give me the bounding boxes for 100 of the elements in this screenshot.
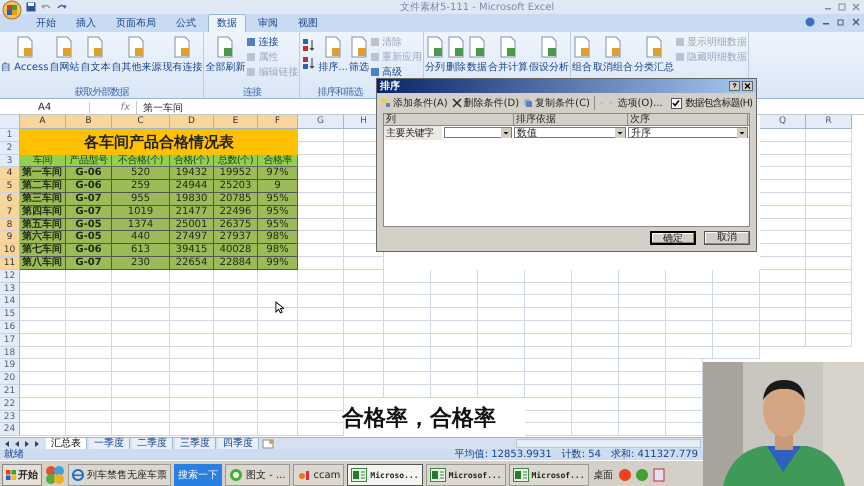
empty-cell[interactable] (666, 282, 713, 296)
row-header[interactable]: 9 (0, 231, 20, 244)
start-button[interactable]: 开始 (2, 464, 42, 486)
order-dropdown[interactable]: 升序 (628, 127, 748, 138)
ribbon-button[interactable]: 现有连接 (162, 34, 202, 76)
empty-cell[interactable] (214, 270, 258, 283)
empty-cell[interactable] (572, 398, 619, 411)
empty-cell[interactable] (258, 270, 298, 283)
app-launcher-icon[interactable] (45, 465, 65, 485)
insert-sheet-icon[interactable] (261, 438, 275, 448)
horizontal-scrollbar[interactable] (516, 439, 701, 448)
name-box[interactable]: A4 (0, 102, 90, 113)
empty-cell[interactable] (298, 129, 344, 142)
empty-cell[interactable] (760, 256, 806, 270)
empty-cell[interactable] (112, 320, 170, 334)
empty-cell[interactable] (806, 180, 852, 193)
empty-cell[interactable] (258, 372, 298, 385)
column-header[interactable]: F (258, 115, 298, 129)
ribbon-tab[interactable]: 开始 (28, 15, 64, 32)
empty-cell[interactable] (384, 346, 431, 360)
empty-cell[interactable] (713, 270, 760, 283)
row-header[interactable]: 13 (0, 282, 20, 296)
checkbox[interactable] (670, 98, 682, 108)
empty-cell[interactable] (760, 206, 806, 219)
taskbar-button[interactable]: 图文 - ... (225, 464, 290, 486)
toolbar-button[interactable]: 复制条件(C) (523, 96, 590, 110)
empty-cell[interactable] (214, 334, 258, 347)
ribbon-tab[interactable]: 公式 (168, 15, 204, 32)
empty-cell[interactable] (112, 308, 170, 321)
empty-cell[interactable] (258, 320, 298, 334)
empty-cell[interactable] (66, 346, 112, 360)
empty-cell[interactable] (619, 282, 666, 296)
empty-cell[interactable] (384, 359, 431, 372)
empty-cell[interactable] (478, 334, 525, 347)
empty-cell[interactable] (478, 282, 525, 296)
empty-cell[interactable] (431, 359, 478, 372)
empty-cell[interactable] (806, 282, 852, 296)
ribbon-button[interactable]: 排序... (318, 34, 348, 76)
empty-cell[interactable] (431, 346, 478, 360)
select-all-corner[interactable] (0, 115, 20, 129)
empty-cell[interactable] (666, 295, 713, 308)
empty-cell[interactable] (760, 129, 806, 142)
empty-cell[interactable] (384, 320, 431, 334)
row-header[interactable]: 1 (0, 129, 20, 142)
ribbon-button[interactable]: 自文本 (80, 34, 110, 76)
empty-cell[interactable] (478, 270, 525, 283)
empty-cell[interactable] (298, 334, 344, 347)
empty-cell[interactable] (66, 384, 112, 398)
empty-cell[interactable] (525, 308, 572, 321)
empty-cell[interactable] (214, 384, 258, 398)
empty-cell[interactable] (572, 384, 619, 398)
ribbon-button[interactable]: 自网站 (49, 34, 80, 76)
empty-cell[interactable] (298, 270, 344, 283)
ribbon-button[interactable]: 自其他来源 (111, 34, 162, 76)
empty-cell[interactable] (572, 270, 619, 283)
empty-cell[interactable] (666, 320, 713, 334)
empty-cell[interactable] (572, 308, 619, 321)
empty-cell[interactable] (525, 346, 572, 360)
empty-cell[interactable] (170, 384, 214, 398)
empty-cell[interactable] (431, 384, 478, 398)
row-header[interactable]: 22 (0, 398, 20, 411)
empty-cell[interactable] (713, 282, 760, 296)
empty-cell[interactable] (760, 320, 806, 334)
empty-cell[interactable] (760, 270, 806, 283)
row-header[interactable]: 5 (0, 180, 20, 193)
empty-cell[interactable] (525, 282, 572, 296)
empty-cell[interactable] (66, 398, 112, 411)
empty-cell[interactable] (619, 398, 666, 411)
empty-cell[interactable] (214, 320, 258, 334)
empty-cell[interactable] (112, 384, 170, 398)
ribbon-tab[interactable]: 审阅 (250, 15, 286, 32)
empty-cell[interactable] (478, 295, 525, 308)
taskbar-button[interactable]: Microsof... (426, 464, 506, 486)
column-header[interactable]: D (170, 115, 214, 129)
column-header[interactable]: G (298, 115, 344, 129)
sheet-tab[interactable]: 一季度 (89, 438, 130, 449)
empty-cell[interactable] (258, 282, 298, 296)
empty-cell[interactable] (572, 372, 619, 385)
empty-cell[interactable] (112, 346, 170, 360)
empty-cell[interactable] (525, 423, 572, 436)
ribbon-small-button[interactable]: 连接 (246, 35, 298, 49)
empty-cell[interactable] (112, 372, 170, 385)
empty-cell[interactable] (478, 308, 525, 321)
redo-icon[interactable] (56, 2, 68, 12)
ribbon-small-button[interactable]: 高级 (370, 65, 422, 79)
empty-cell[interactable] (384, 372, 431, 385)
empty-cell[interactable] (760, 180, 806, 193)
row-header[interactable]: 19 (0, 359, 20, 372)
ribbon-button[interactable]: 数据 (466, 34, 487, 76)
empty-cell[interactable] (214, 372, 258, 385)
empty-cell[interactable] (760, 192, 806, 206)
restore-icon[interactable] (837, 18, 845, 26)
empty-cell[interactable] (525, 334, 572, 347)
row-header[interactable]: 21 (0, 384, 20, 398)
empty-cell[interactable] (806, 244, 852, 257)
empty-cell[interactable] (344, 384, 384, 398)
row-header[interactable]: 2 (0, 142, 20, 155)
empty-cell[interactable] (713, 308, 760, 321)
empty-cell[interactable] (384, 295, 431, 308)
empty-cell[interactable] (760, 308, 806, 321)
